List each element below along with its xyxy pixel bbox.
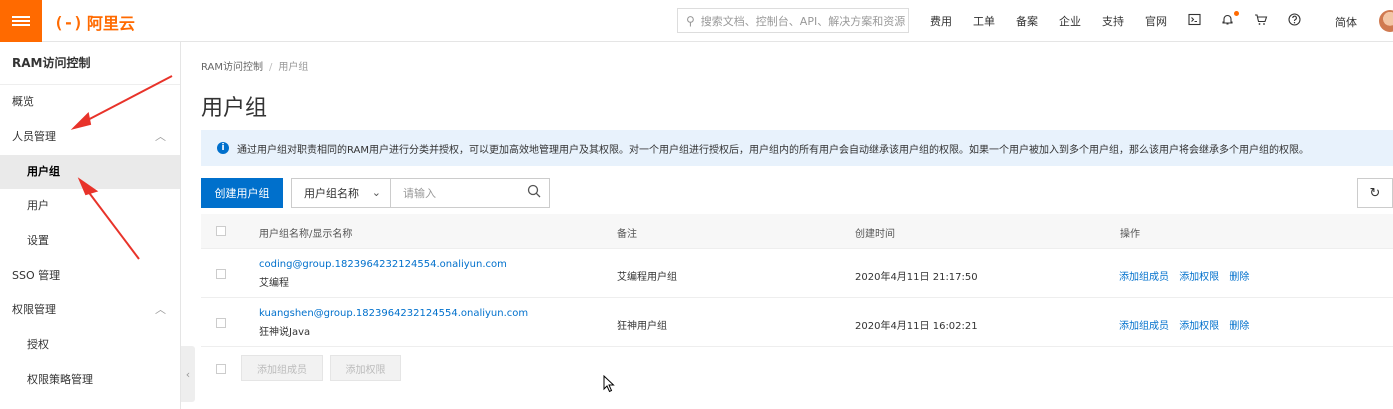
global-search[interactable]: ⚲ 搜索文档、控制台、API、解决方案和资源 <box>677 8 909 33</box>
row-checkbox[interactable] <box>216 269 226 279</box>
table-header: 用户组名称/显示名称 备注 创建时间 操作 <box>201 214 1393 249</box>
avatar[interactable] <box>1379 10 1393 32</box>
breadcrumb-current: 用户组 <box>278 62 309 73</box>
sidebar-item-label: 用户 <box>27 199 49 212</box>
sidebar-item-label: 人员管理 <box>12 130 56 143</box>
add-permission-link[interactable]: 添加权限 <box>1179 321 1219 332</box>
global-search-placeholder: 搜索文档、控制台、API、解决方案和资源 <box>700 14 906 28</box>
topnav-support[interactable]: 支持 <box>1102 13 1124 29</box>
refresh-button[interactable]: ↻ <box>1357 178 1393 208</box>
group-created-time: 2020年4月11日 16:02:21 <box>855 321 978 332</box>
breadcrumb-separator: / <box>269 62 273 73</box>
mouse-cursor-icon <box>603 375 615 393</box>
group-remark: 狂神用户组 <box>617 321 667 332</box>
sidebar-collapse-toggle[interactable]: ‹ <box>181 346 195 402</box>
search-icon: ⚲ <box>686 13 695 28</box>
topnav-billing[interactable]: 费用 <box>930 13 952 29</box>
chevron-down-icon: ⌄ <box>371 186 381 199</box>
column-header-remark: 备注 <box>617 229 637 240</box>
bulk-add-member-button[interactable]: 添加组成员 <box>241 355 323 381</box>
info-notice-text: 通过用户组对职责相同的RAM用户进行分类并授权，可以更加高效地管理用户及其权限。… <box>237 144 1310 156</box>
row-actions: 添加组成员 添加权限 删除 <box>1119 268 1256 283</box>
bell-icon[interactable] <box>1221 10 1239 30</box>
select-all-checkbox[interactable] <box>216 226 226 236</box>
row-actions: 添加组成员 添加权限 删除 <box>1119 317 1256 332</box>
group-name-link[interactable]: coding@group.1823964232124554.onaliyun.c… <box>259 259 507 270</box>
top-icons <box>1188 0 1321 42</box>
sidebar-item-label: 概览 <box>12 95 34 108</box>
filter-select-value: 用户组名称 <box>304 187 359 200</box>
column-header-name: 用户组名称/显示名称 <box>259 229 353 240</box>
logo-text: 阿里云 <box>86 14 135 33</box>
top-nav: 费用 工单 备案 企业 支持 官网 <box>930 0 1188 42</box>
info-notice: i 通过用户组对职责相同的RAM用户进行分类并授权，可以更加高效地管理用户及其权… <box>201 130 1393 166</box>
sidebar-item-overview[interactable]: 概览 <box>0 85 180 119</box>
sidebar-group-permissions[interactable]: 权限管理 ︿ <box>0 293 180 327</box>
menu-icon[interactable] <box>0 0 42 42</box>
topnav-official-site[interactable]: 官网 <box>1145 13 1167 29</box>
sidebar-item-label: SSO 管理 <box>12 269 61 282</box>
sidebar-item-label: 用户组 <box>27 165 60 178</box>
topnav-ticket[interactable]: 工单 <box>973 13 995 29</box>
delete-link[interactable]: 删除 <box>1229 321 1249 332</box>
table-row: coding@group.1823964232124554.onaliyun.c… <box>201 249 1393 298</box>
sidebar-item-policies[interactable]: 权限策略管理 <box>0 363 180 397</box>
sidebar-item-sso[interactable]: SSO 管理 <box>0 259 180 293</box>
search-input-placeholder: 请输入 <box>403 187 436 200</box>
column-header-created: 创建时间 <box>855 229 895 240</box>
topnav-icp[interactable]: 备案 <box>1016 13 1038 29</box>
create-group-button[interactable]: 创建用户组 <box>201 178 283 208</box>
group-remark: 艾编程用户组 <box>617 272 677 283</box>
column-header-actions: 操作 <box>1120 229 1140 240</box>
bulk-select-checkbox[interactable] <box>216 364 226 374</box>
sidebar-group-identities[interactable]: 人员管理 ︿ <box>0 120 180 154</box>
sidebar-item-grants[interactable]: 授权 <box>0 328 180 362</box>
terminal-icon[interactable] <box>1188 13 1201 30</box>
sidebar-item-label: 权限策略管理 <box>27 373 93 386</box>
topnav-enterprise[interactable]: 企业 <box>1059 13 1081 29</box>
group-created-time: 2020年4月11日 21:17:50 <box>855 272 978 283</box>
add-member-link[interactable]: 添加组成员 <box>1119 321 1169 332</box>
notification-dot <box>1234 10 1239 16</box>
chevron-left-icon: ‹ <box>185 367 191 381</box>
sidebar-title: RAM访问控制 <box>0 42 180 85</box>
refresh-icon: ↻ <box>1369 185 1381 201</box>
delete-link[interactable]: 删除 <box>1229 272 1249 283</box>
bulk-add-permission-button[interactable]: 添加权限 <box>330 355 401 381</box>
add-permission-link[interactable]: 添加权限 <box>1179 272 1219 283</box>
language-switch[interactable]: 简体 <box>1335 14 1357 30</box>
cart-icon[interactable] <box>1254 13 1268 30</box>
filter-select[interactable]: 用户组名称 ⌄ <box>291 178 391 208</box>
group-name-link[interactable]: kuangshen@group.1823964232124554.onaliyu… <box>259 308 528 319</box>
breadcrumb-root[interactable]: RAM访问控制 <box>201 62 263 73</box>
group-display-name: 艾编程 <box>259 278 289 289</box>
sidebar-item-label: 权限管理 <box>12 303 56 316</box>
sidebar-item-settings[interactable]: 设置 <box>0 224 180 258</box>
logo-mark: (-) <box>54 12 83 32</box>
group-display-name: 狂神说Java <box>259 327 311 338</box>
page-title: 用户组 <box>201 96 268 121</box>
sidebar-item-label: 授权 <box>27 338 49 351</box>
sidebar-item-label: 设置 <box>27 234 49 247</box>
search-input[interactable]: 请输入 <box>390 178 550 208</box>
info-icon: i <box>217 142 229 154</box>
add-member-link[interactable]: 添加组成员 <box>1119 272 1169 283</box>
breadcrumb: RAM访问控制 / 用户组 <box>201 58 308 73</box>
chevron-up-icon: ︿ <box>155 130 166 143</box>
top-bar: (-) 阿里云 ⚲ 搜索文档、控制台、API、解决方案和资源 费用 工单 备案 … <box>0 0 1393 42</box>
logo[interactable]: (-) 阿里云 <box>54 10 135 34</box>
table-row: kuangshen@group.1823964232124554.onaliyu… <box>201 298 1393 347</box>
chevron-up-icon: ︿ <box>155 303 166 316</box>
sidebar-item-users[interactable]: 用户 <box>0 189 180 223</box>
help-icon[interactable] <box>1288 12 1301 30</box>
search-icon[interactable] <box>527 184 541 202</box>
row-checkbox[interactable] <box>216 318 226 328</box>
sidebar-item-groups[interactable]: 用户组 <box>0 155 180 189</box>
sidebar: RAM访问控制 概览 人员管理 ︿ 用户组 用户 设置 SSO 管理 权限管理 ︿ … <box>0 42 181 409</box>
